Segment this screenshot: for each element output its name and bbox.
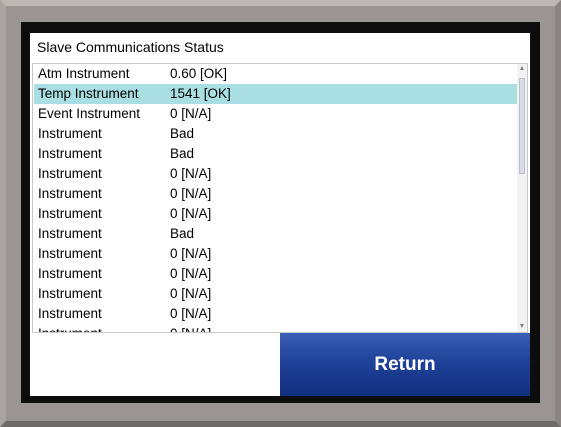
instrument-value: 1541 [OK]	[170, 86, 231, 101]
instrument-name: Instrument	[38, 324, 102, 332]
list-item[interactable]: Event Instrument 0 [N/A]	[34, 104, 520, 124]
status-panel: Slave Communications Status Instrument 0 …	[30, 33, 530, 396]
instrument-value: Bad	[170, 126, 195, 141]
instrument-name: Instrument	[38, 226, 102, 241]
instrument-value: 0 [N/A]	[170, 186, 212, 201]
instrument-name: Atm Instrument	[38, 66, 130, 81]
instrument-name: Instrument	[38, 306, 102, 321]
instrument-value: 0 [N/A]	[170, 324, 211, 332]
screen: Slave Communications Status Instrument 0 …	[21, 22, 540, 403]
instrument-name: Event Instrument	[38, 106, 141, 121]
instrument-value: 0 [N/A]	[170, 206, 212, 221]
instrument-name: Instrument	[38, 246, 102, 261]
instrument-value: 0 [N/A]	[170, 246, 212, 261]
instrument-value: 0 [N/A]	[170, 166, 212, 181]
list-item[interactable]: Instrument 0 [N/A]	[34, 244, 520, 264]
list-item[interactable]: Instrument 0 [N/A]	[34, 264, 520, 284]
return-button[interactable]: Return	[280, 333, 530, 396]
scroll-up-icon[interactable]: ▲	[517, 64, 527, 74]
instrument-name: Instrument	[38, 266, 102, 281]
list-item[interactable]: Instrument 0 [N/A]	[34, 204, 520, 224]
button-bar: Return	[30, 333, 530, 396]
list-item[interactable]: Instrument Bad	[34, 144, 520, 164]
instrument-value: 0 [N/A]	[170, 286, 212, 301]
blank-button[interactable]	[32, 333, 276, 396]
instrument-value: 0 [N/A]	[170, 306, 212, 321]
list-item[interactable]: Temp Instrument 1541 [OK]	[34, 84, 520, 104]
instrument-name: Instrument	[38, 186, 102, 201]
instrument-value: 0.60 [OK]	[170, 66, 228, 81]
list-item[interactable]: Instrument Bad	[34, 124, 520, 144]
instrument-value: Bad	[170, 146, 195, 161]
scrollbar-thumb[interactable]	[519, 78, 525, 174]
scrollbar[interactable]: ▲ ▼	[517, 64, 527, 332]
instrument-value: Bad	[170, 226, 195, 241]
instrument-name: Instrument	[38, 166, 102, 181]
list-item[interactable]: Instrument 0 [N/A]	[34, 324, 520, 332]
list-item[interactable]: Instrument 0 [N/A]	[34, 164, 520, 184]
instrument-name: Instrument	[38, 206, 102, 221]
list-item[interactable]: Instrument 0 [N/A]	[34, 304, 520, 324]
panel-title: Slave Communications Status	[37, 39, 224, 55]
scroll-down-icon[interactable]: ▼	[517, 322, 527, 332]
list-item[interactable]: Instrument 0 [N/A]	[34, 284, 520, 304]
list-item[interactable]: Instrument 0 [N/A]	[34, 184, 520, 204]
instrument-value: 0 [N/A]	[170, 106, 212, 121]
instrument-name: Instrument	[38, 126, 102, 141]
instrument-value: 0 [N/A]	[170, 266, 212, 281]
instrument-name: Temp Instrument	[38, 86, 139, 101]
list-item[interactable]: Atm Instrument 0.60 [OK]	[34, 64, 520, 84]
instrument-list[interactable]: Instrument 0 [N/A] Instrument 0 [N/A] Instru…	[32, 63, 528, 333]
list-item[interactable]: Instrument Bad	[34, 224, 520, 244]
instrument-name: Instrument	[38, 146, 102, 161]
instrument-name: Instrument	[38, 286, 102, 301]
